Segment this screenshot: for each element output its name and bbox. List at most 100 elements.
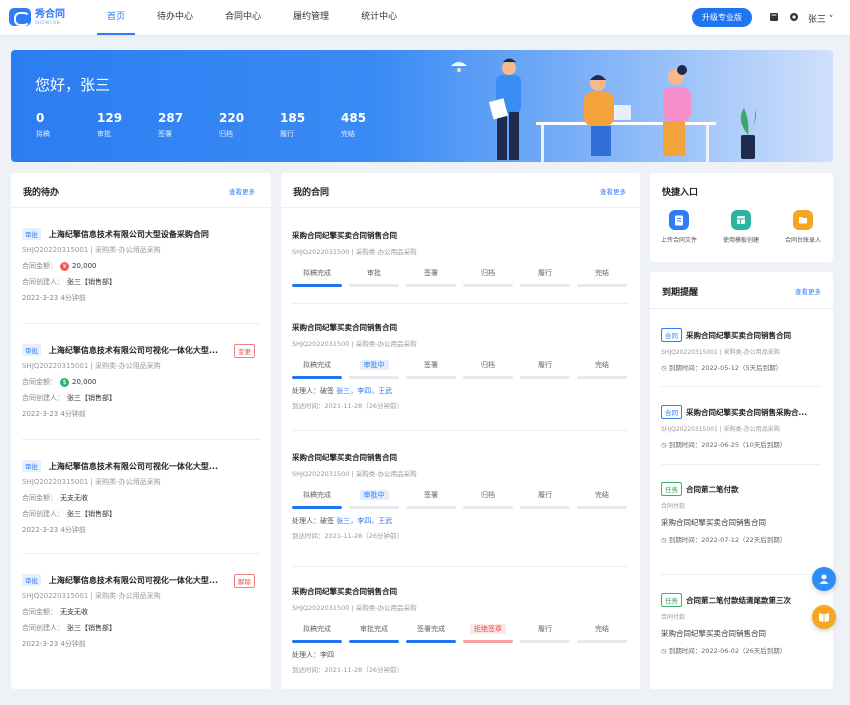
todo-title[interactable]: 上海纪擎信息技术有限公司大型设备采购合同	[49, 229, 209, 240]
reminder-title[interactable]: 采购合同纪擎买卖合同销售采购合...	[686, 408, 807, 417]
divider	[281, 207, 640, 208]
change-badge: 变更	[234, 344, 255, 358]
quick-upload-button[interactable]: 上传合同文件	[654, 210, 704, 244]
todo-creator: 合同创建人： 张三【销售部】	[22, 394, 116, 402]
reminder-item[interactable]: 合同 采购合同纪擎买卖合同销售采购合... SHJQ20220315001 | 采…	[661, 405, 823, 449]
todo-item[interactable]: 审批 上海纪擎信息技术有限公司可视化一体化大型... 变更 SHJQ202203…	[22, 344, 262, 419]
nav-contract-center[interactable]: 合同中心	[215, 0, 271, 35]
stat-approval[interactable]: 129 审批	[97, 111, 158, 139]
quick-ledger-button[interactable]: 合同台账录入	[778, 210, 828, 244]
reminder-item[interactable]: 任务 合同第二笔付款 合同付款 采购合同纪擎买卖合同销售合同 ◷ 到期时间：202…	[661, 482, 823, 544]
reminder-item[interactable]: 合同 采购合同纪擎买卖合同销售合同 SHJQ20220315001 | 采购类-办…	[661, 328, 823, 372]
type-tag: 任务	[661, 482, 682, 496]
top-header: 秀合同 SHOWCON 首页 待办中心 合同中心 履约管理 统计中心 升级专业版…	[0, 0, 850, 35]
reminder-title[interactable]: 合同第二笔付款结清尾款第三次	[686, 596, 791, 605]
todo-code: SHJQ20220315001 | 采购类-办公用品采购	[22, 478, 161, 486]
todo-amount: 合同金额： ¥20,000	[22, 261, 97, 271]
clock-icon: ◷	[661, 364, 669, 372]
todo-card-title: 我的待办	[23, 188, 60, 198]
step: 拟稿完成	[292, 360, 342, 379]
type-tag: 合同	[661, 405, 682, 419]
reminder-sub: SHJQ20220315001 | 采购类-办公用品采购	[661, 426, 780, 433]
contract-item[interactable]: 采购合同纪擎买卖合同销售合同 SHJQ2022031500 | 采购类-办公用品…	[292, 322, 632, 410]
contract-code: SHJQ2022031500 | 采购类-办公用品采购	[292, 340, 417, 348]
logo-subtitle: SHOWCON	[35, 20, 61, 25]
reminder-due: ◷ 到期时间：2022-06-25（10天后到期）	[661, 441, 787, 449]
contract-title[interactable]: 采购合同纪擎买卖合同销售合同	[292, 586, 632, 597]
reminder-due: ◷ 到期时间：2022-07-12（22天后到期）	[661, 536, 787, 544]
handler-names[interactable]: 李四	[320, 651, 334, 659]
contract-item[interactable]: 采购合同纪擎买卖合同销售合同 SHJQ2022031500 | 采购类-办公用品…	[292, 230, 632, 290]
user-menu[interactable]: 张三 ˅	[808, 12, 833, 25]
contract-code: SHJQ2022031500 | 采购类-办公用品采购	[292, 604, 417, 612]
contract-title[interactable]: 采购合同纪擎买卖合同销售合同	[292, 452, 632, 463]
todo-item[interactable]: 审批 上海纪擎信息技术有限公司大型设备采购合同 SHJQ20220315001 …	[22, 228, 262, 303]
upgrade-button[interactable]: 升级专业版	[692, 8, 752, 27]
step: 完结	[577, 624, 627, 643]
contract-item[interactable]: 采购合同纪擎买卖合同销售合同 SHJQ2022031500 | 采购类-办公用品…	[292, 586, 632, 674]
todo-item[interactable]: 审批 上海纪擎信息技术有限公司可视化一体化大型... 解除 SHJQ202203…	[22, 574, 262, 649]
step: 审批中	[349, 490, 399, 509]
todo-title[interactable]: 上海纪擎信息技术有限公司可视化一体化大型...	[49, 575, 218, 586]
stat-draft[interactable]: 0 拟稿	[36, 111, 97, 139]
reminder-due: ◷ 到期时间：2022-05-12（5天后到期）	[661, 364, 783, 372]
reminder-title[interactable]: 合同第二笔付款	[686, 485, 739, 494]
reminder-title[interactable]: 采购合同纪擎买卖合同销售合同	[686, 331, 791, 340]
reminder-sub: 合同付款	[661, 614, 686, 621]
welcome-banner: 您好，张三 0 拟稿 129 审批 287 签署 220 归档 185 履行 485 完结	[11, 50, 833, 162]
reminders-more-link[interactable]: 查看更多	[795, 286, 821, 296]
contract-item[interactable]: 采购合同纪擎买卖合同销售合同 SHJQ2022031500 | 采购类-办公用品…	[292, 452, 632, 540]
help-guide-button[interactable]	[812, 605, 836, 629]
step: 拒绝签章	[463, 624, 513, 643]
customer-service-button[interactable]	[812, 567, 836, 591]
contract-title[interactable]: 采购合同纪擎买卖合同销售合同	[292, 230, 632, 241]
step: 履行	[520, 490, 570, 509]
quick-template-button[interactable]: 使用模板创建	[716, 210, 766, 244]
stat-sign[interactable]: 287 签署	[158, 111, 219, 139]
step: 归档	[463, 268, 513, 287]
todo-more-link[interactable]: 查看更多	[229, 186, 255, 196]
clock-icon: ◷	[661, 647, 669, 655]
todo-title[interactable]: 上海纪擎信息技术有限公司可视化一体化大型...	[49, 461, 218, 472]
nav-statistics[interactable]: 统计中心	[351, 0, 407, 35]
ledger-icon	[793, 210, 813, 230]
contracts-more-link[interactable]: 查看更多	[600, 186, 626, 196]
app-logo[interactable]: 秀合同 SHOWCON	[9, 8, 65, 26]
handler-names[interactable]: 张三，李四，王武	[336, 387, 392, 395]
nav-performance[interactable]: 履约管理	[283, 0, 339, 35]
divider	[661, 386, 821, 387]
divider	[22, 439, 260, 440]
step: 履行	[520, 624, 570, 643]
template-icon	[731, 210, 751, 230]
handler-line: 处理人：李四	[292, 651, 334, 659]
nav-home[interactable]: 首页	[97, 0, 136, 35]
reminder-sub: SHJQ20220315001 | 采购类-办公用品采购	[661, 349, 780, 356]
reminder-item[interactable]: 任务 合同第二笔付款结清尾款第三次 合同付款 采购合同纪擎买卖合同销售合同 ◷ 到…	[661, 593, 823, 655]
stat-archive[interactable]: 220 归档	[219, 111, 280, 139]
reminder-contract[interactable]: 采购合同纪擎买卖合同销售合同	[661, 628, 823, 639]
upload-file-icon	[669, 210, 689, 230]
book-icon[interactable]	[769, 12, 779, 22]
todo-amount: 合同金额： 无支无收	[22, 494, 88, 502]
arrival-time: 到达时间：2021-11-28（26分钟前）	[292, 666, 404, 674]
gear-icon[interactable]	[789, 12, 799, 22]
type-tag: 合同	[661, 328, 682, 342]
contracts-card-title: 我的合同	[293, 188, 330, 198]
reminder-contract[interactable]: 采购合同纪擎买卖合同销售合同	[661, 517, 823, 528]
step: 拟稿完成	[292, 624, 342, 643]
contract-title[interactable]: 采购合同纪擎买卖合同销售合同	[292, 322, 632, 333]
stat-complete[interactable]: 485 完结	[341, 111, 402, 139]
divider	[292, 430, 628, 431]
handler-line: 处理人：破签 张三，李四，王武	[292, 387, 393, 395]
todo-creator: 合同创建人： 张三【销售部】	[22, 624, 116, 632]
divider	[22, 323, 260, 324]
todo-item[interactable]: 审批 上海纪擎信息技术有限公司可视化一体化大型... SHJQ202203150…	[22, 460, 262, 535]
greeting-text: 您好，张三	[35, 76, 111, 94]
reminders-title: 到期提醒	[662, 288, 699, 298]
stat-perform[interactable]: 185 履行	[280, 111, 341, 139]
nav-todo-center[interactable]: 待办中心	[147, 0, 203, 35]
handler-names[interactable]: 张三，李四，王武	[336, 517, 392, 525]
progress-steps: 拟稿完成 审批 签署 归档 履行 完结	[292, 268, 632, 290]
status-tag: 审批	[22, 344, 41, 356]
todo-title[interactable]: 上海纪擎信息技术有限公司可视化一体化大型...	[49, 345, 218, 356]
